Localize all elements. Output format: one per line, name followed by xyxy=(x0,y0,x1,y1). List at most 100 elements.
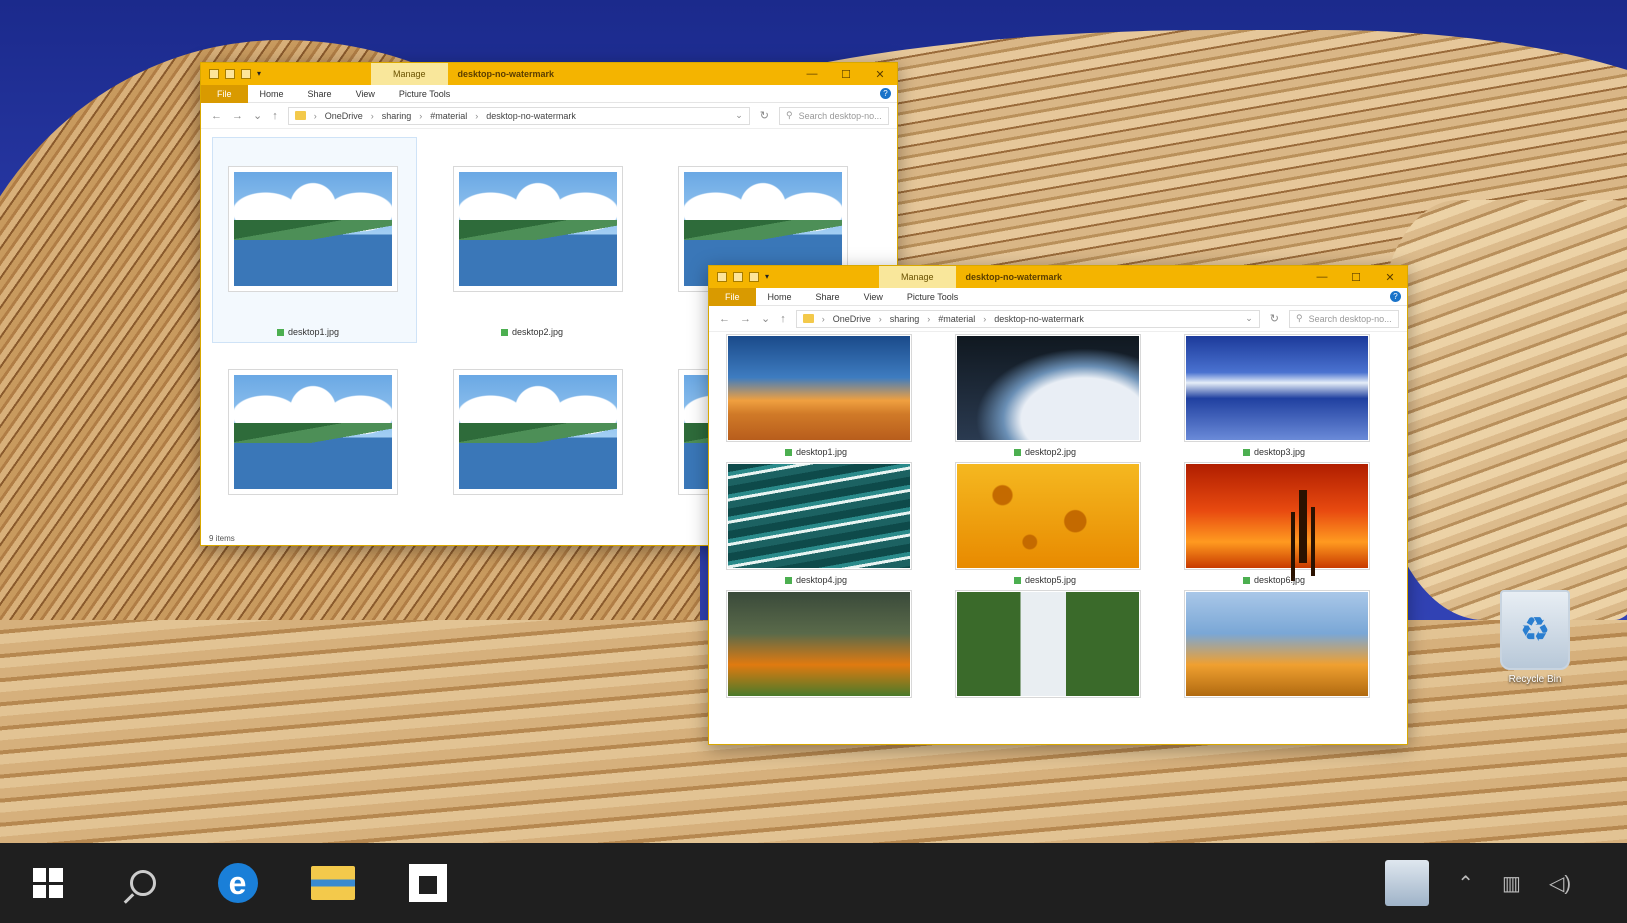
thumbnail-image xyxy=(728,592,910,696)
file-label[interactable]: desktop2.jpg xyxy=(501,327,563,337)
explorer-window-front[interactable]: ▾ Manage desktop-no-watermark — ☐ ✕ File… xyxy=(708,265,1408,745)
maximize-button[interactable]: ☐ xyxy=(1339,266,1373,288)
back-arrow-icon[interactable]: ← xyxy=(719,313,730,325)
properties-icon[interactable] xyxy=(733,272,743,282)
forward-arrow-icon[interactable]: → xyxy=(232,110,243,122)
file-thumbnail[interactable] xyxy=(955,334,1141,442)
recent-dropdown-icon[interactable]: ⌄ xyxy=(761,312,770,325)
file-label[interactable]: desktop2.jpg xyxy=(1014,447,1076,457)
store-icon xyxy=(408,864,447,902)
minimize-button[interactable]: — xyxy=(1305,266,1339,288)
tab-picture-tools[interactable]: Picture Tools xyxy=(895,288,970,306)
file-thumbnail[interactable] xyxy=(1184,462,1370,570)
file-label[interactable]: desktop6.jpg xyxy=(1243,575,1305,585)
properties-icon[interactable] xyxy=(225,69,235,79)
breadcrumb-onedrive[interactable]: OneDrive xyxy=(325,111,363,121)
show-hidden-icons-chevron-icon[interactable]: ⌃ xyxy=(1457,871,1474,896)
search-input[interactable]: ⚲ Search desktop-no... xyxy=(1289,309,1399,328)
search-input[interactable]: ⚲ Search desktop-no... xyxy=(779,106,889,125)
help-icon[interactable]: ? xyxy=(880,88,891,99)
thumbnail-image xyxy=(1186,592,1368,696)
chevron-down-icon[interactable]: ⌄ xyxy=(1245,313,1253,324)
manage-tab[interactable]: Manage xyxy=(371,63,448,85)
chevron-right-icon: › xyxy=(475,110,479,121)
tab-share[interactable]: Share xyxy=(296,85,344,103)
file-thumbnail[interactable] xyxy=(955,462,1141,570)
folder-icon[interactable] xyxy=(717,272,727,282)
file-thumbnail[interactable] xyxy=(955,590,1141,698)
file-thumbnail[interactable] xyxy=(453,369,623,495)
breadcrumb-sharing[interactable]: sharing xyxy=(890,314,920,324)
volume-icon[interactable]: ◁) xyxy=(1549,871,1571,896)
recycle-bin-icon[interactable] xyxy=(1500,590,1570,670)
tray-app-icon[interactable] xyxy=(1385,860,1430,906)
close-button[interactable]: ✕ xyxy=(863,63,897,85)
breadcrumb-sharing[interactable]: sharing xyxy=(382,111,412,121)
tab-picture-tools[interactable]: Picture Tools xyxy=(387,85,462,103)
maximize-button[interactable]: ☐ xyxy=(829,63,863,85)
chevron-right-icon: › xyxy=(313,110,317,121)
edge-button[interactable]: e xyxy=(190,843,285,923)
file-label[interactable]: desktop1.jpg xyxy=(277,327,339,337)
breadcrumb[interactable]: › OneDrive › sharing › #material › deskt… xyxy=(287,106,750,125)
file-thumbnail[interactable] xyxy=(1184,590,1370,698)
store-button[interactable] xyxy=(380,843,475,923)
sync-status-icon xyxy=(1014,576,1021,584)
tab-view[interactable]: View xyxy=(852,288,895,306)
new-folder-icon[interactable] xyxy=(749,272,759,282)
help-icon[interactable]: ? xyxy=(1390,291,1401,302)
folder-icon[interactable] xyxy=(209,69,219,79)
quick-access-toolbar[interactable]: ▾ xyxy=(709,272,879,282)
breadcrumb[interactable]: › OneDrive › sharing › #material › deskt… xyxy=(795,309,1260,328)
file-thumbnail[interactable] xyxy=(1184,334,1370,442)
file-explorer-button[interactable] xyxy=(285,843,380,923)
up-arrow-icon[interactable]: ↑ xyxy=(272,110,278,122)
tab-home[interactable]: Home xyxy=(248,85,296,103)
tab-file[interactable]: File xyxy=(709,287,756,306)
refresh-icon[interactable]: ↻ xyxy=(760,109,769,122)
recent-dropdown-icon[interactable]: ⌄ xyxy=(253,109,262,122)
file-thumbnail[interactable] xyxy=(726,590,912,698)
sync-status-icon xyxy=(1243,576,1250,584)
ribbon-tabs: File Home Share View Picture Tools ? xyxy=(201,84,897,103)
manage-tab[interactable]: Manage xyxy=(879,266,956,288)
file-label[interactable]: desktop1.jpg xyxy=(785,447,847,457)
file-label[interactable]: desktop3.jpg xyxy=(1243,447,1305,457)
start-button[interactable] xyxy=(0,843,95,923)
chevron-down-icon[interactable]: ⌄ xyxy=(735,110,743,121)
forward-arrow-icon[interactable]: → xyxy=(740,313,751,325)
tab-share[interactable]: Share xyxy=(804,288,852,306)
file-thumbnail[interactable] xyxy=(228,369,398,495)
breadcrumb-onedrive[interactable]: OneDrive xyxy=(833,314,871,324)
quick-access-dropdown[interactable]: ▾ xyxy=(257,69,267,79)
search-button[interactable] xyxy=(95,843,190,923)
new-folder-icon[interactable] xyxy=(241,69,251,79)
quick-access-toolbar[interactable]: ▾ xyxy=(201,69,371,79)
refresh-icon[interactable]: ↻ xyxy=(1270,312,1279,325)
title-bar[interactable]: ▾ Manage desktop-no-watermark — ☐ ✕ xyxy=(709,266,1407,288)
tab-view[interactable]: View xyxy=(344,85,387,103)
title-bar[interactable]: ▾ Manage desktop-no-watermark — ☐ ✕ xyxy=(201,63,897,85)
up-arrow-icon[interactable]: ↑ xyxy=(780,313,786,325)
back-arrow-icon[interactable]: ← xyxy=(211,110,222,122)
minimize-button[interactable]: — xyxy=(795,63,829,85)
recycle-bin[interactable]: Recycle Bin xyxy=(1490,590,1580,685)
file-thumbnail[interactable] xyxy=(453,166,623,292)
window-controls: — ☐ ✕ xyxy=(795,63,897,85)
file-label[interactable]: desktop5.jpg xyxy=(1014,575,1076,585)
file-thumbnail[interactable] xyxy=(726,334,912,442)
file-thumbnail[interactable] xyxy=(726,462,912,570)
quick-access-dropdown[interactable]: ▾ xyxy=(765,272,775,282)
network-icon[interactable]: ▥ xyxy=(1502,871,1521,896)
file-thumbnail[interactable] xyxy=(228,166,398,292)
breadcrumb-material[interactable]: #material xyxy=(430,111,467,121)
file-label[interactable]: desktop4.jpg xyxy=(785,575,847,585)
folder-icon xyxy=(802,314,814,323)
tab-home[interactable]: Home xyxy=(756,288,804,306)
tab-file[interactable]: File xyxy=(201,84,248,103)
breadcrumb-current[interactable]: desktop-no-watermark xyxy=(486,111,576,121)
close-button[interactable]: ✕ xyxy=(1373,266,1407,288)
breadcrumb-material[interactable]: #material xyxy=(938,314,975,324)
thumbnail-image xyxy=(957,592,1139,696)
breadcrumb-current[interactable]: desktop-no-watermark xyxy=(994,314,1084,324)
